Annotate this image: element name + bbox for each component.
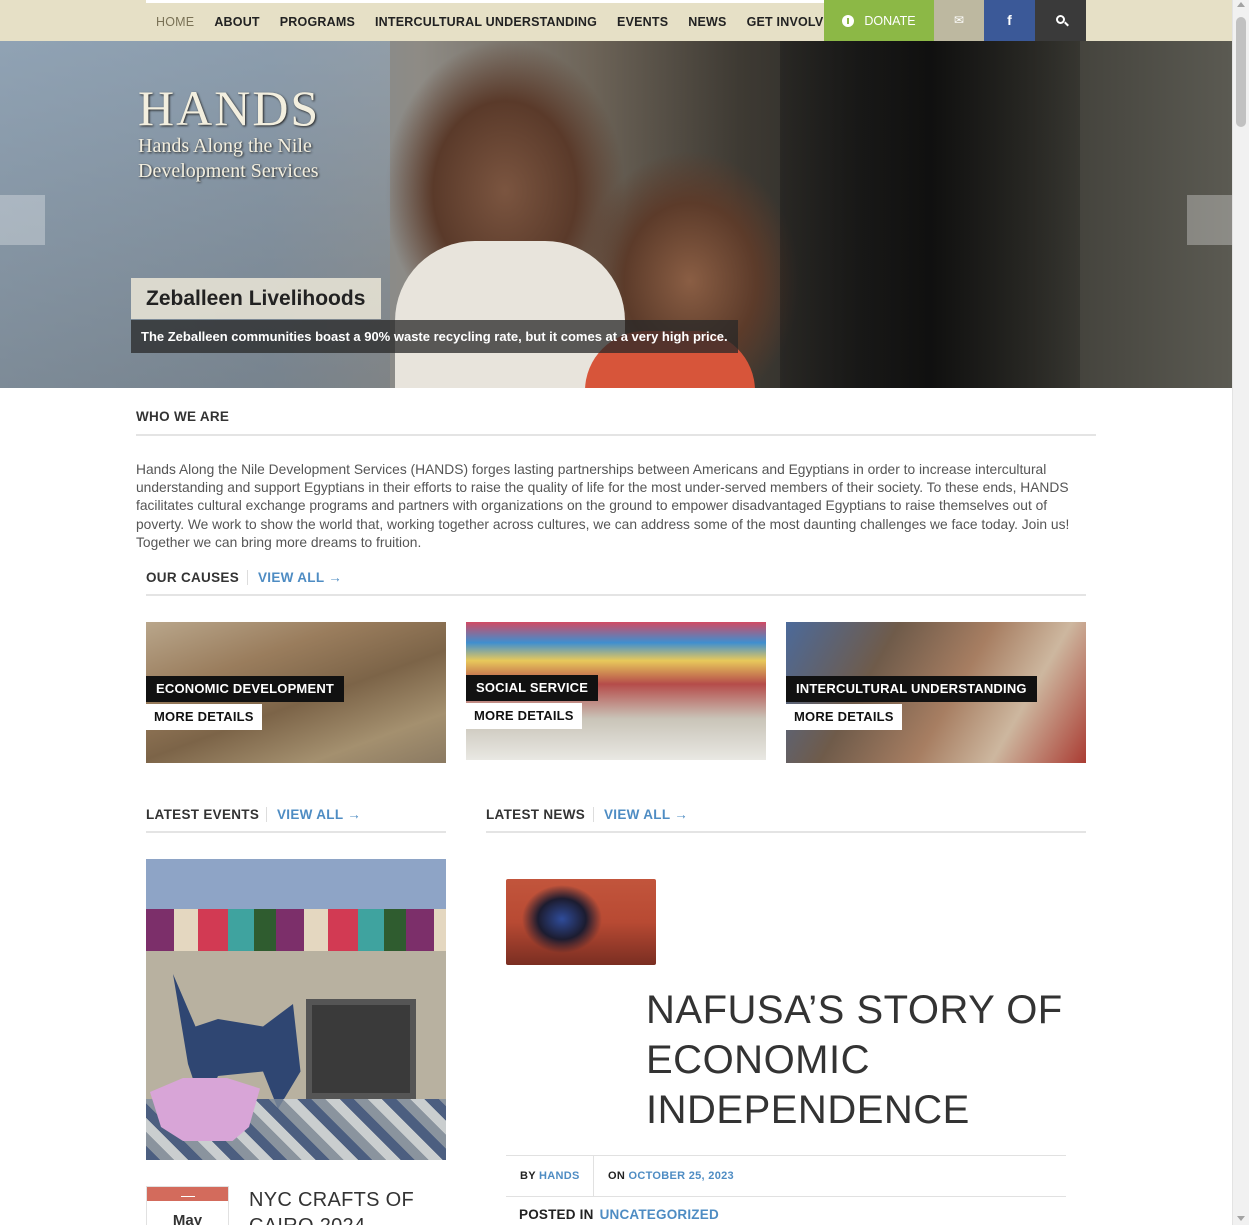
calendar-icon [147, 1187, 228, 1201]
event-image[interactable] [146, 859, 446, 1160]
divider [146, 831, 446, 833]
news-title-link[interactable]: NAFUSA’S STORY OF ECONOMIC INDEPENDENCE [646, 985, 1086, 1135]
quilt-sky [146, 859, 446, 909]
quilt-row [146, 909, 446, 951]
posted-in-label: POSTED IN [519, 1207, 594, 1222]
quilt-cart [306, 999, 416, 1099]
cause-more-details-button[interactable]: MORE DETAILS [466, 703, 582, 729]
who-we-are-text: Hands Along the Nile Development Service… [136, 462, 1070, 550]
event-month: May [172, 1212, 203, 1225]
news-author: BY HANDS [520, 1156, 580, 1196]
news-thumbnail[interactable] [506, 879, 656, 965]
divider [136, 434, 1096, 436]
hero-doorway [780, 41, 1080, 388]
search-button[interactable] [1035, 0, 1086, 41]
causes-heading: OUR CAUSES [146, 570, 240, 585]
on-label: ON [608, 1170, 626, 1182]
event-title-link[interactable]: NYC CRAFTS OF CAIRO 2024 [249, 1187, 439, 1225]
top-navbar: HOME ABOUT PROGRAMS INTERCULTURAL UNDERS… [0, 0, 1232, 41]
slide-title[interactable]: Zeballeen Livelihoods [131, 278, 382, 319]
logo-subtitle-1: Hands Along the Nile [138, 135, 312, 157]
cause-more-details-button[interactable]: MORE DETAILS [146, 704, 262, 730]
quilt-pig [150, 1078, 260, 1141]
meta-separator [593, 1156, 594, 1196]
hero-slider: HANDS Hands Along the Nile Development S… [0, 41, 1232, 388]
mail-icon: ✉ [953, 13, 965, 27]
slider-prev-button[interactable] [0, 195, 45, 245]
donate-button[interactable]: DONATE [824, 0, 934, 41]
cause-label[interactable]: ECONOMIC DEVELOPMENT [146, 676, 345, 702]
info-circle-icon [842, 14, 855, 27]
category-link[interactable]: UNCATEGORIZED [600, 1207, 719, 1222]
news-heading: LATEST NEWS [486, 807, 586, 822]
news-date: ON OCTOBER 25, 2023 [608, 1156, 734, 1196]
event-date-badge: May [146, 1186, 229, 1225]
cause-more-details-button[interactable]: MORE DETAILS [786, 704, 902, 730]
scroll-down-arrow-icon[interactable] [1237, 1216, 1245, 1221]
cause-label[interactable]: SOCIAL SERVICE [466, 675, 599, 701]
facebook-icon: f [1007, 12, 1012, 28]
site-logo[interactable]: HANDS Hands Along the Nile Development S… [138, 83, 320, 183]
nav-events[interactable]: EVENTS [607, 3, 678, 41]
page: HOME ABOUT PROGRAMS INTERCULTURAL UNDERS… [0, 0, 1249, 1225]
author-link[interactable]: HANDS [539, 1170, 580, 1182]
events-heading: LATEST EVENTS [146, 807, 260, 822]
mail-button[interactable]: ✉ [934, 0, 984, 41]
events-view-all-link[interactable]: VIEW ALL → [266, 807, 361, 822]
facebook-button[interactable]: f [984, 0, 1035, 41]
cause-label[interactable]: INTERCULTURAL UNDERSTANDING [786, 676, 1037, 702]
divider [146, 594, 1086, 596]
divider [486, 831, 1086, 833]
scroll-up-arrow-icon[interactable] [1237, 2, 1245, 7]
search-icon-handle [1064, 21, 1069, 27]
logo-subtitle-2: Development Services [138, 160, 319, 182]
by-label: BY [520, 1170, 536, 1182]
who-we-are-heading: WHO WE ARE [136, 409, 230, 424]
cause-card-intercultural-understanding[interactable]: INTERCULTURAL UNDERSTANDING MORE DETAILS [786, 622, 1086, 763]
slide-caption: The Zeballeen communities boast a 90% wa… [131, 320, 738, 353]
slider-next-button[interactable] [1187, 195, 1232, 245]
cause-card-social-service[interactable]: SOCIAL SERVICE MORE DETAILS [466, 622, 766, 760]
nav-news[interactable]: NEWS [678, 3, 736, 41]
page-scrollbar[interactable] [1232, 0, 1249, 1225]
scrollbar-thumb[interactable] [1236, 17, 1246, 127]
nav-about[interactable]: ABOUT [204, 3, 269, 41]
nav-programs[interactable]: PROGRAMS [270, 3, 365, 41]
date-link[interactable]: OCTOBER 25, 2023 [628, 1170, 733, 1182]
nav-intercultural-understanding[interactable]: INTERCULTURAL UNDERSTANDING [365, 3, 607, 41]
donate-label: DONATE [864, 13, 916, 28]
main-menu: HOME ABOUT PROGRAMS INTERCULTURAL UNDERS… [146, 0, 852, 41]
news-view-all-link[interactable]: VIEW ALL → [593, 807, 688, 822]
logo-title: HANDS [138, 80, 321, 136]
news-posted-in: POSTED IN UNCATEGORIZED [519, 1207, 719, 1222]
causes-view-all-link[interactable]: VIEW ALL → [247, 570, 342, 585]
cause-card-economic-development[interactable]: ECONOMIC DEVELOPMENT MORE DETAILS [146, 622, 446, 763]
news-meta: BY HANDS ON OCTOBER 25, 2023 [506, 1155, 1066, 1197]
nav-home[interactable]: HOME [146, 3, 204, 41]
